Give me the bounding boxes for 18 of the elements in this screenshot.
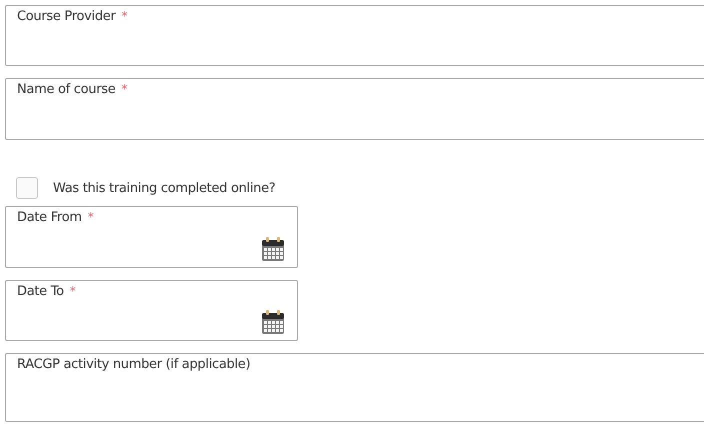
- field-label: Course Provider: [17, 9, 116, 24]
- required-mark: *: [70, 284, 76, 298]
- input-field[interactable]: Course Provider *: [5, 5, 704, 66]
- calendar-icon[interactable]: [261, 310, 285, 335]
- required-mark: *: [122, 9, 128, 23]
- input-field[interactable]: RACGP activity number (if applicable): [5, 352, 704, 422]
- input-field[interactable]: Name of course *: [5, 78, 704, 140]
- calendar-icon[interactable]: [261, 236, 285, 262]
- checkbox-label: Was this training completed online?: [53, 180, 276, 196]
- field-label: Date To: [17, 284, 64, 298]
- checkbox[interactable]: [16, 177, 38, 200]
- date-field[interactable]: Date From *: [5, 206, 298, 268]
- field-label: Name of course: [17, 82, 116, 98]
- field-label: Date From: [17, 210, 82, 226]
- field-label: RACGP activity number (if applicable): [17, 356, 250, 372]
- date-field[interactable]: Date To *: [5, 280, 298, 341]
- required-mark: *: [121, 82, 128, 96]
- required-mark: *: [88, 210, 94, 224]
